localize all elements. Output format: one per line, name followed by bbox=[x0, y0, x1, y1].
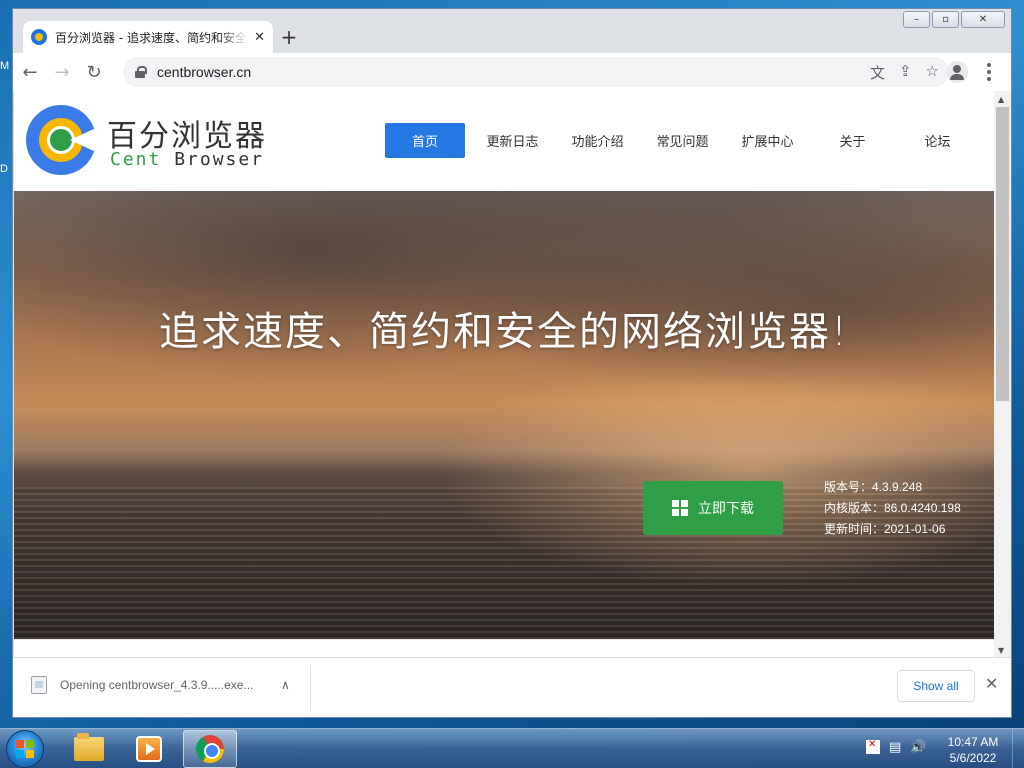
scroll-down-arrow-icon[interactable]: ▼ bbox=[998, 646, 1004, 655]
show-all-downloads-button[interactable]: Show all bbox=[897, 670, 975, 702]
translate-icon[interactable]: 文 bbox=[870, 62, 885, 83]
new-tab-button[interactable]: + bbox=[276, 25, 302, 49]
site-nav: 首页 更新日志 功能介绍 常见问题 扩展中心 关于 论坛 bbox=[385, 123, 980, 158]
hero-banner: 追求速度、简约和安全的网络浏览器! 立即下载 版本号：4.3.9.248 内核版… bbox=[14, 191, 994, 639]
download-now-button[interactable]: 立即下载 bbox=[643, 481, 783, 535]
windows-logo-icon bbox=[672, 500, 688, 516]
tab-title: 百分浏览器 - 追求速度、简约和安全的网络浏览器！ bbox=[55, 30, 248, 45]
update-date: 更新时间：2021-01-06 bbox=[824, 522, 946, 536]
download-shelf: Opening centbrowser_4.3.9.....exe... ∧ S… bbox=[13, 657, 1011, 717]
page-bottom-strip bbox=[14, 639, 994, 657]
nav-features[interactable]: 功能介绍 bbox=[555, 123, 640, 158]
taskbar-chrome[interactable] bbox=[183, 730, 237, 768]
nav-extensions[interactable]: 扩展中心 bbox=[725, 123, 810, 158]
scroll-thumb[interactable] bbox=[996, 107, 1009, 401]
page-viewport: 百分浏览器 Cent Browser 首页 更新日志 功能介绍 常见问题 扩展中… bbox=[14, 91, 994, 639]
nav-forum[interactable]: 论坛 bbox=[895, 123, 980, 158]
file-icon bbox=[31, 676, 47, 694]
chrome-icon bbox=[196, 735, 224, 763]
shelf-divider bbox=[310, 666, 311, 710]
network-icon[interactable]: ▤ bbox=[889, 740, 901, 755]
system-tray: ▤ 🔊 bbox=[866, 739, 926, 755]
hero-headline: 追求速度、简约和安全的网络浏览器! bbox=[158, 309, 850, 355]
chrome-menu-icon[interactable] bbox=[981, 60, 997, 84]
taskbar-explorer[interactable] bbox=[62, 730, 116, 768]
desktop-icon-label-d: D bbox=[0, 163, 8, 175]
page-scrollbar[interactable]: ▲ ▼ bbox=[994, 91, 1011, 657]
address-bar[interactable]: centbrowser.cn 文 ⇪ ☆ bbox=[123, 57, 949, 87]
download-status-text[interactable]: Opening centbrowser_4.3.9.....exe... bbox=[60, 678, 253, 692]
url-text[interactable]: centbrowser.cn bbox=[157, 64, 251, 80]
download-options-chevron-icon[interactable]: ∧ bbox=[281, 678, 290, 692]
show-desktop-button[interactable] bbox=[1012, 729, 1024, 768]
site-header: 百分浏览器 Cent Browser 首页 更新日志 功能介绍 常见问题 扩展中… bbox=[14, 91, 994, 191]
media-player-icon bbox=[136, 736, 162, 762]
scroll-up-arrow-icon[interactable]: ▲ bbox=[998, 95, 1004, 104]
version-info: 版本号：4.3.9.248 内核版本：86.0.4240.198 更新时间：20… bbox=[824, 477, 961, 540]
action-center-flag-icon[interactable] bbox=[866, 739, 880, 754]
kernel-version: 内核版本：86.0.4240.198 bbox=[824, 501, 961, 515]
nav-changelog[interactable]: 更新日志 bbox=[470, 123, 555, 158]
bookmark-star-icon[interactable]: ☆ bbox=[926, 62, 939, 83]
brand-name-en[interactable]: Cent Browser bbox=[110, 149, 264, 170]
desktop-icon-label-m: M bbox=[0, 60, 10, 72]
download-item[interactable]: Opening centbrowser_4.3.9.....exe... bbox=[31, 676, 253, 694]
taskbar-clock[interactable]: 10:47 AM 5/6/2022 bbox=[940, 734, 1006, 766]
centbrowser-favicon-icon bbox=[31, 29, 47, 45]
forward-button[interactable]: → bbox=[47, 57, 77, 87]
share-icon[interactable]: ⇪ bbox=[899, 62, 912, 83]
clock-time: 10:47 AM bbox=[947, 735, 999, 749]
windows-taskbar: ▤ 🔊 10:47 AM 5/6/2022 bbox=[0, 728, 1024, 768]
clock-date: 5/6/2022 bbox=[949, 751, 997, 765]
lock-icon[interactable] bbox=[135, 66, 147, 78]
cent-browser-logo-icon[interactable] bbox=[26, 105, 98, 175]
reload-button[interactable]: ↻ bbox=[79, 57, 109, 87]
profile-avatar-icon[interactable] bbox=[946, 61, 968, 83]
nav-faq[interactable]: 常见问题 bbox=[640, 123, 725, 158]
close-shelf-icon[interactable]: ✕ bbox=[985, 674, 998, 693]
maximize-button[interactable]: ▫ bbox=[932, 11, 959, 28]
back-button[interactable]: ← bbox=[15, 57, 45, 87]
close-window-button[interactable]: ✕ bbox=[961, 11, 1005, 28]
minimize-button[interactable]: – bbox=[903, 11, 930, 28]
chrome-window: – ▫ ✕ 百分浏览器 - 追求速度、简约和安全的网络浏览器！ ✕ + ← → … bbox=[12, 8, 1012, 718]
nav-about[interactable]: 关于 bbox=[810, 123, 895, 158]
tab-close-icon[interactable]: ✕ bbox=[254, 30, 265, 45]
start-button[interactable] bbox=[6, 730, 44, 768]
file-explorer-icon bbox=[74, 733, 104, 761]
volume-icon[interactable]: 🔊 bbox=[910, 740, 926, 755]
window-controls: – ▫ ✕ bbox=[903, 11, 1005, 28]
version-number: 版本号：4.3.9.248 bbox=[824, 480, 923, 494]
browser-toolbar: ← → ↻ centbrowser.cn 文 ⇪ ☆ bbox=[13, 53, 1011, 91]
download-label: 立即下载 bbox=[698, 501, 754, 517]
taskbar-media-player[interactable] bbox=[122, 730, 176, 768]
active-tab[interactable]: 百分浏览器 - 追求速度、简约和安全的网络浏览器！ ✕ bbox=[23, 21, 273, 53]
nav-home[interactable]: 首页 bbox=[385, 123, 465, 158]
